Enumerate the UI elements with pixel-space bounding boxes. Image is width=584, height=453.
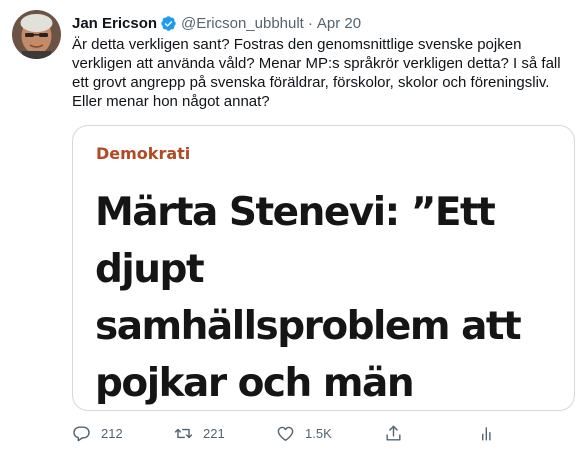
reply-icon	[72, 424, 91, 443]
avatar[interactable]	[12, 10, 61, 59]
quoted-image-card[interactable]: Demokrati Märta Stenevi: ”Ett djupt samh…	[72, 125, 575, 411]
card-category: Demokrati	[96, 144, 191, 163]
like-count: 1.5K	[305, 426, 332, 441]
share-button[interactable]	[384, 424, 403, 443]
action-bar: 212 221 1.5K	[72, 424, 572, 446]
verified-badge-icon	[160, 15, 177, 32]
like-icon	[276, 424, 295, 443]
author-handle[interactable]: @Ericson_ubbhult	[181, 15, 304, 32]
analytics-icon	[478, 424, 497, 443]
tweet-text: Är detta verkligen sant? Fostras den gen…	[72, 36, 561, 110]
reply-count: 212	[101, 426, 123, 441]
retweet-icon	[174, 424, 193, 443]
like-button[interactable]: 1.5K	[276, 424, 332, 443]
separator-dot: ·	[307, 14, 313, 32]
share-icon	[384, 424, 403, 443]
analytics-button[interactable]	[478, 424, 497, 443]
retweet-button[interactable]: 221	[174, 424, 225, 443]
retweet-count: 221	[203, 426, 225, 441]
reply-button[interactable]: 212	[72, 424, 123, 443]
tweet[interactable]: Jan Ericson @Ericson_ubbhult · Apr 20 Är…	[0, 0, 584, 453]
card-headline: Märta Stenevi: ”Ett djupt samhällsproble…	[95, 190, 522, 406]
tweet-header: Jan Ericson @Ericson_ubbhult · Apr 20	[72, 13, 361, 33]
tweet-date[interactable]: Apr 20	[317, 15, 361, 32]
author-name[interactable]: Jan Ericson	[72, 15, 157, 32]
